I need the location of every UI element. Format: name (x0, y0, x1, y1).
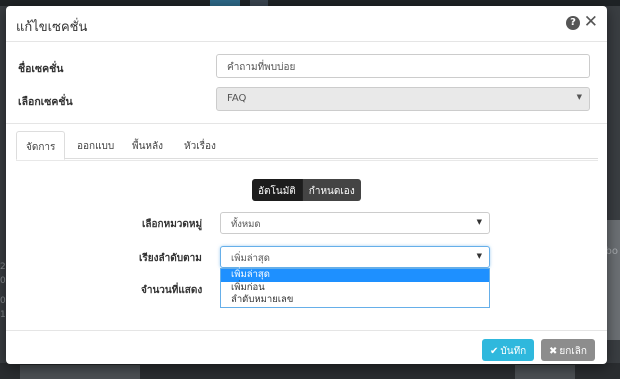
question-circle-icon[interactable]: ? (566, 16, 580, 30)
modal-header: แก้ไขเซคชั่น ? ✕ (6, 6, 607, 42)
cancel-button-label: ยกเลิก (559, 346, 587, 357)
section-name-row: ชื่อเซคชั่น คำถามที่พบบ่อย (6, 54, 607, 80)
background-text: 2 (0, 262, 6, 272)
background-bottom-bar (0, 363, 620, 379)
tab-background[interactable]: พื้นหลัง (123, 131, 172, 160)
caret-down-icon: ▼ (476, 218, 482, 226)
category-select-value: ทั้งหมด (231, 219, 261, 230)
background-text: bo (605, 246, 618, 257)
count-label: จำนวนที่แสดง (141, 285, 203, 296)
section-select-row: เลือกเซคชั่น FAQ ▼ (6, 87, 607, 113)
tab-design[interactable]: ออกแบบ (68, 131, 123, 160)
caret-down-icon: ▼ (576, 93, 582, 101)
tab-heading[interactable]: หัวเรื่อง (175, 131, 225, 160)
section-name-label: ชื่อเซคชั่น (18, 63, 64, 75)
sort-select-value: เพิ่มล่าสุด (231, 253, 270, 264)
tab-manage[interactable]: จัดการ (16, 131, 66, 160)
category-select[interactable]: ทั้งหมด ▼ (220, 212, 490, 234)
tab-bar: จัดการ ออกแบบ พื้นหลัง หัวเรื่อง (16, 131, 598, 160)
sort-select[interactable]: เพิ่มล่าสุด ▼ (220, 246, 490, 268)
x-icon: ✖ (549, 346, 558, 357)
close-icon[interactable]: ✕ (584, 13, 598, 31)
background-text: 0 (0, 276, 6, 286)
section-select-value: FAQ (227, 93, 247, 104)
save-button[interactable]: ✔ บันทึก (482, 339, 535, 361)
section-select[interactable]: FAQ ▼ (216, 87, 590, 111)
cancel-button[interactable]: ✖ ยกเลิก (541, 339, 595, 361)
edit-section-modal: แก้ไขเซคชั่น ? ✕ ชื่อเซคชั่น คำถามที่พบบ… (6, 6, 607, 364)
sort-option-oldest[interactable]: เพิ่มก่อน (221, 282, 489, 295)
sort-dropdown-list: เพิ่มล่าสุด เพิ่มก่อน ลำดับหมายเลข (220, 268, 490, 308)
sort-option-newest[interactable]: เพิ่มล่าสุด (221, 269, 489, 282)
auto-mode-button[interactable]: อัตโนมัติ (252, 179, 302, 201)
category-label: เลือกหมวดหมู่ (142, 219, 203, 230)
sort-option-number[interactable]: ลำดับหมายเลข (221, 294, 489, 307)
manual-mode-button[interactable]: กำหนดเอง (301, 179, 361, 201)
background-text: 0 (0, 296, 6, 306)
divider (6, 123, 607, 124)
mode-toggle: อัตโนมัติ กำหนดเอง (252, 179, 361, 201)
check-icon: ✔ (490, 346, 499, 357)
save-button-label: บันทึก (500, 346, 527, 357)
sort-label: เรียงลำดับตาม (139, 253, 202, 264)
caret-down-icon: ▼ (476, 252, 482, 260)
background-text: 1 (0, 310, 6, 320)
modal-footer: ✔ บันทึก ✖ ยกเลิก (6, 330, 607, 364)
modal-title: แก้ไขเซคชั่น (16, 20, 88, 35)
section-select-label: เลือกเซคชั่น (18, 96, 73, 108)
section-name-input[interactable]: คำถามที่พบบ่อย (216, 54, 590, 78)
background-panel (606, 220, 620, 340)
